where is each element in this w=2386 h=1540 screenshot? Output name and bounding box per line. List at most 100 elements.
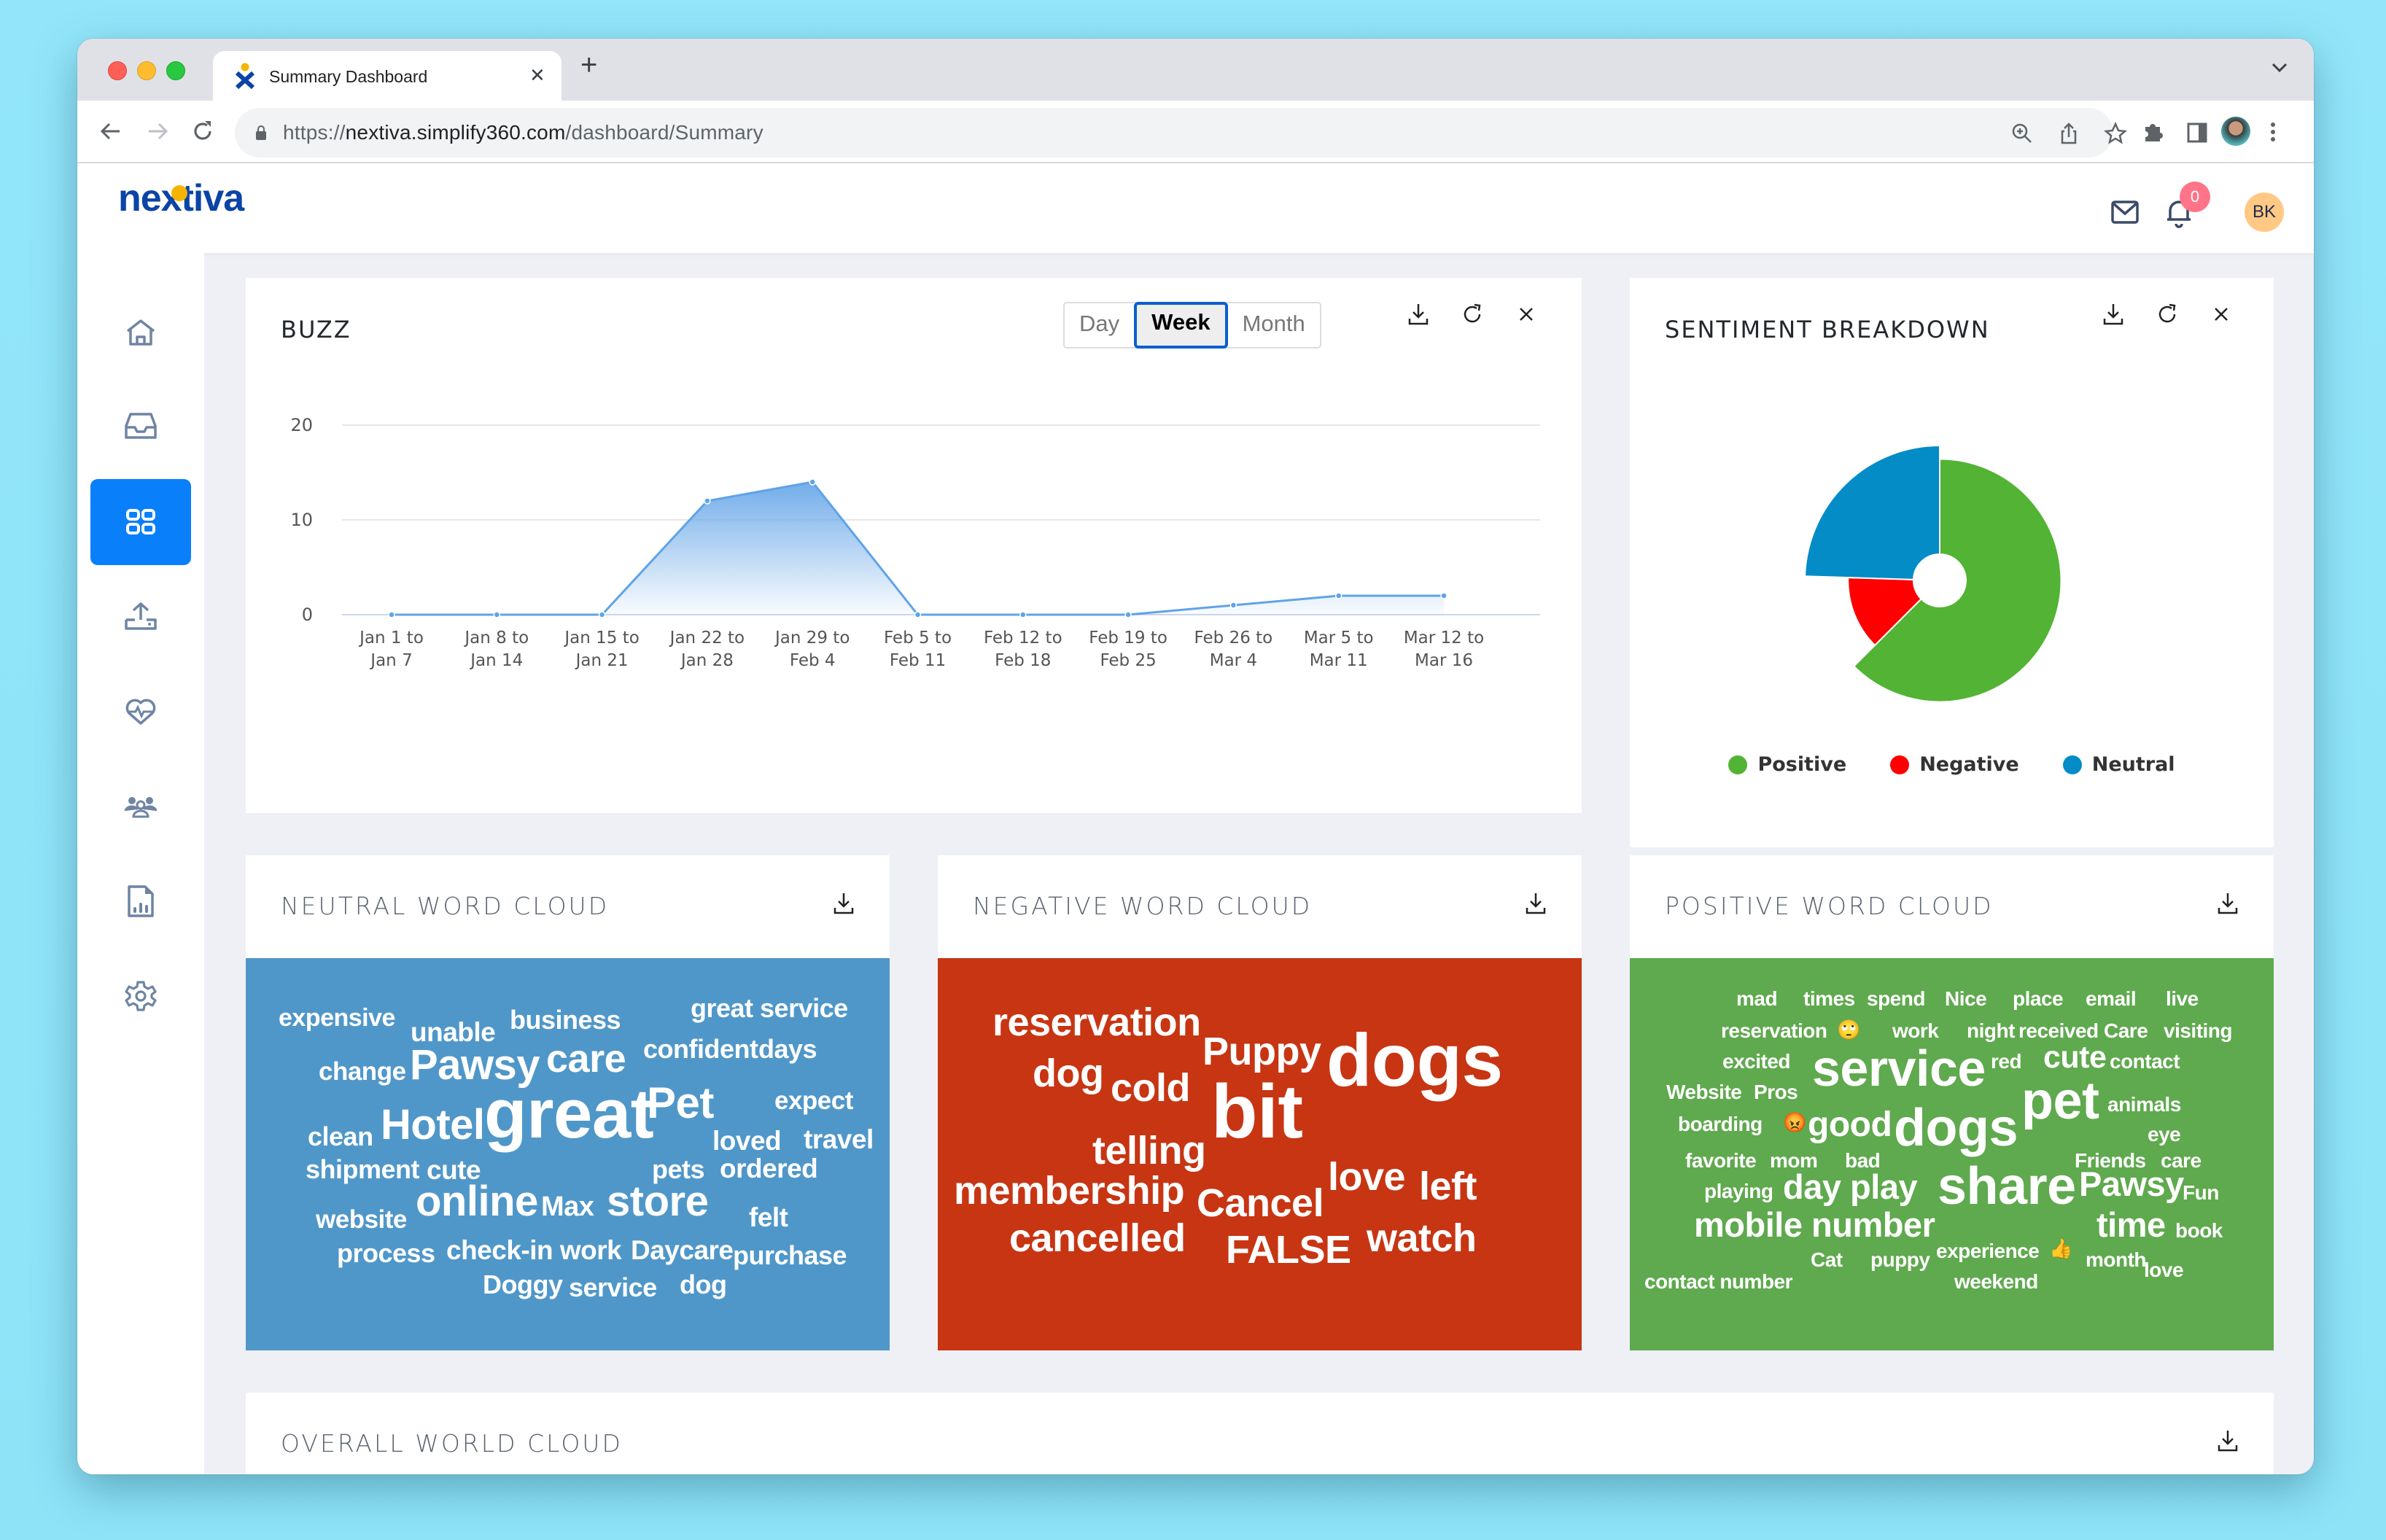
word-cloud-word[interactable]: time bbox=[2097, 1208, 2166, 1242]
new-tab-button[interactable]: + bbox=[580, 49, 597, 82]
word-cloud-word[interactable]: Puppy bbox=[1202, 1032, 1321, 1071]
word-cloud-word[interactable]: Pawsy bbox=[2079, 1167, 2184, 1201]
browser-tab-active[interactable]: Summary Dashboard ✕ bbox=[213, 51, 561, 101]
word-cloud-word[interactable]: Care bbox=[2104, 1021, 2148, 1041]
word-cloud-word[interactable]: Cat bbox=[1811, 1250, 1843, 1270]
word-cloud-word[interactable]: shipment bbox=[306, 1156, 420, 1183]
legend-neutral[interactable]: Neutral bbox=[2062, 753, 2175, 776]
data-point[interactable] bbox=[1334, 592, 1342, 599]
word-cloud-word[interactable]: pet bbox=[2021, 1075, 2099, 1127]
word-cloud-word[interactable]: service bbox=[1812, 1043, 1986, 1094]
word-cloud-word[interactable]: email bbox=[2086, 989, 2137, 1009]
word-cloud-word[interactable]: 😡 bbox=[1783, 1113, 1806, 1132]
word-cloud-word[interactable]: day play bbox=[1783, 1170, 1918, 1204]
word-cloud-word[interactable]: eye bbox=[2148, 1124, 2181, 1145]
word-cloud-word[interactable]: ordered bbox=[720, 1155, 818, 1182]
legend-positive[interactable]: Positive bbox=[1728, 753, 1846, 776]
word-cloud-word[interactable]: visiting bbox=[2164, 1021, 2233, 1041]
word-cloud-word[interactable]: animals bbox=[2107, 1094, 2181, 1115]
word-cloud-word[interactable]: travel bbox=[804, 1126, 874, 1153]
word-cloud-word[interactable]: Pet bbox=[647, 1081, 714, 1125]
url-text[interactable]: https://nextiva.simplify360.com/dashboar… bbox=[283, 121, 763, 144]
word-cloud-word[interactable]: good bbox=[1808, 1108, 1892, 1143]
word-cloud-word[interactable]: bit bbox=[1211, 1074, 1303, 1150]
word-cloud-word[interactable]: cute bbox=[2043, 1041, 2107, 1073]
mail-icon[interactable] bbox=[2110, 200, 2140, 225]
profile-avatar[interactable] bbox=[2221, 117, 2250, 146]
word-cloud-word[interactable]: purchase bbox=[733, 1242, 847, 1269]
word-cloud-word[interactable]: loved bbox=[712, 1127, 782, 1154]
word-cloud-word[interactable]: favorite bbox=[1685, 1151, 1757, 1171]
word-cloud-word[interactable]: times bbox=[1803, 989, 1855, 1009]
word-cloud-word[interactable]: playing bbox=[1704, 1181, 1773, 1202]
extensions-icon[interactable] bbox=[2141, 120, 2166, 144]
word-cloud-word[interactable]: excited bbox=[1722, 1051, 1791, 1072]
word-cloud-word[interactable]: check-in work bbox=[446, 1237, 622, 1264]
word-cloud-word[interactable]: clean bbox=[308, 1124, 373, 1150]
download-icon[interactable] bbox=[2215, 890, 2241, 917]
word-cloud-word[interactable]: contact bbox=[2110, 1051, 2180, 1072]
word-cloud-word[interactable]: Website bbox=[1666, 1082, 1742, 1102]
sidebar-item-team[interactable] bbox=[90, 763, 191, 849]
sidebar-item-home[interactable] bbox=[90, 289, 191, 376]
word-cloud-word[interactable]: Cancel bbox=[1197, 1183, 1324, 1223]
word-cloud-word[interactable]: contact number bbox=[1644, 1272, 1793, 1292]
word-cloud-word[interactable]: Daycare bbox=[631, 1237, 734, 1264]
more-menu-icon[interactable] bbox=[2261, 120, 2285, 144]
back-icon[interactable] bbox=[95, 115, 127, 147]
word-cloud-word[interactable]: confident bbox=[643, 1036, 758, 1062]
download-icon[interactable] bbox=[2215, 1428, 2241, 1454]
word-cloud-word[interactable]: experience bbox=[1936, 1241, 2040, 1261]
word-cloud-word[interactable]: live bbox=[2166, 989, 2199, 1009]
sidepanel-icon[interactable] bbox=[2185, 120, 2210, 144]
word-cloud-word[interactable]: love bbox=[1328, 1157, 1406, 1197]
word-cloud-word[interactable]: great bbox=[484, 1079, 654, 1149]
word-cloud-word[interactable]: Pros bbox=[1754, 1082, 1798, 1102]
word-cloud-word[interactable]: watch bbox=[1367, 1218, 1477, 1258]
data-point[interactable] bbox=[914, 611, 922, 618]
word-cloud-word[interactable]: dogs bbox=[1894, 1102, 2018, 1154]
data-point[interactable] bbox=[704, 497, 711, 505]
address-bar[interactable]: https://nextiva.simplify360.com/dashboar… bbox=[235, 108, 2127, 158]
legend-negative[interactable]: Negative bbox=[1890, 753, 2019, 776]
close-window-button[interactable] bbox=[108, 61, 127, 80]
word-cloud-word[interactable]: Fun bbox=[2183, 1183, 2219, 1203]
word-cloud-word[interactable]: red bbox=[1991, 1051, 2022, 1072]
word-cloud-word[interactable]: work bbox=[1892, 1021, 1939, 1041]
word-cloud-word[interactable]: night bbox=[1967, 1021, 2015, 1041]
sidebar-item-inbox[interactable] bbox=[90, 383, 191, 469]
data-point[interactable] bbox=[1124, 611, 1132, 618]
word-cloud-word[interactable]: boarding bbox=[1678, 1114, 1763, 1135]
word-cloud-word[interactable]: membership bbox=[954, 1171, 1185, 1210]
word-cloud-word[interactable]: cold bbox=[1111, 1068, 1191, 1108]
data-point[interactable] bbox=[598, 611, 606, 618]
word-cloud-word[interactable]: share bbox=[1938, 1160, 2076, 1213]
data-point[interactable] bbox=[1440, 592, 1447, 599]
data-point[interactable] bbox=[388, 611, 395, 618]
word-cloud-word[interactable]: felt bbox=[749, 1204, 788, 1231]
word-cloud-word[interactable]: dog bbox=[1033, 1054, 1104, 1093]
word-cloud-word[interactable]: service bbox=[569, 1275, 657, 1301]
word-cloud-word[interactable]: mobile number bbox=[1694, 1208, 1935, 1242]
word-cloud-word[interactable]: dogs bbox=[1326, 1023, 1503, 1097]
word-cloud-word[interactable]: dog bbox=[680, 1272, 727, 1298]
word-cloud-word[interactable]: cancelled bbox=[1009, 1218, 1186, 1258]
word-cloud-word[interactable]: expect bbox=[774, 1088, 853, 1113]
word-cloud-word[interactable]: reservation bbox=[992, 1003, 1201, 1042]
word-cloud-word[interactable]: days bbox=[758, 1036, 817, 1062]
share-icon[interactable] bbox=[2056, 121, 2081, 146]
word-cloud-word[interactable]: Doggy bbox=[483, 1272, 563, 1298]
pie-slice-neutral[interactable] bbox=[1804, 444, 1940, 580]
tab-search-chevron-icon[interactable] bbox=[2269, 56, 2290, 78]
download-icon[interactable] bbox=[831, 890, 857, 917]
word-cloud-word[interactable]: book bbox=[2175, 1221, 2223, 1241]
word-cloud-word[interactable]: store bbox=[607, 1180, 709, 1223]
maximize-window-button[interactable] bbox=[166, 61, 185, 80]
nextiva-logo[interactable]: nextiva bbox=[118, 176, 244, 220]
data-point[interactable] bbox=[809, 478, 816, 486]
word-cloud-word[interactable]: FALSE bbox=[1226, 1230, 1351, 1269]
word-cloud-word[interactable]: business bbox=[510, 1007, 621, 1033]
word-cloud-word[interactable]: Hotel bbox=[381, 1103, 485, 1146]
bookmark-star-icon[interactable] bbox=[2103, 121, 2128, 146]
word-cloud-word[interactable]: received bbox=[2018, 1021, 2099, 1041]
